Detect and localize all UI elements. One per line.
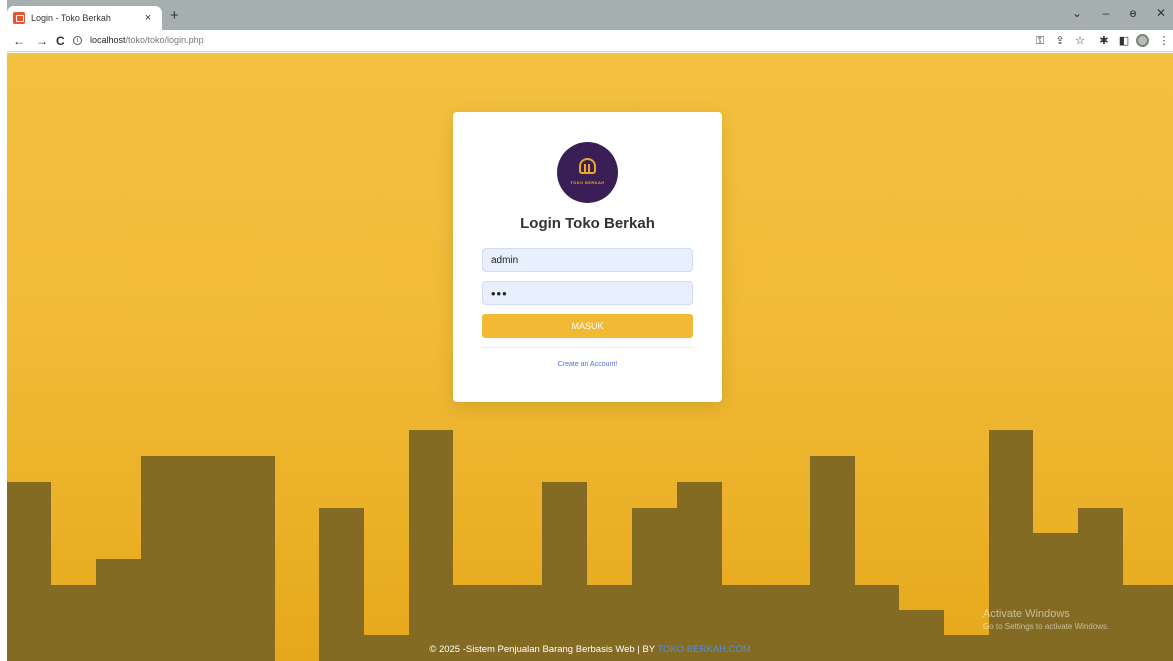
footer-brand-link[interactable]: TOKO BERKAH.COM — [657, 644, 750, 655]
browser-tab-bar: Login - Toko Berkah × + ⌄ – ɵ ✕ — [0, 0, 1173, 30]
logo-text: TOKO BERKAH — [570, 180, 605, 185]
tab-title: Login - Toko Berkah — [31, 13, 111, 23]
store-logo: TOKO BERKAH — [557, 142, 618, 203]
skyline-building — [677, 482, 722, 661]
bookmark-star-icon[interactable]: ☆ — [1073, 34, 1087, 48]
activation-watermark: Activate Windows Go to Settings to activ… — [983, 608, 1109, 631]
page-footer: © 2025 -Sistem Penjualan Barang Berbasis… — [7, 644, 1173, 655]
watermark-subtitle: Go to Settings to activate Windows. — [983, 622, 1110, 631]
browser-menu-icon[interactable]: ⋮ — [1157, 34, 1171, 48]
back-button[interactable]: ← — [13, 34, 25, 48]
url-host: localhost — [90, 35, 126, 45]
close-window-button[interactable]: ✕ — [1153, 6, 1169, 20]
watermark-title: Activate Windows — [983, 608, 1070, 620]
browser-tab[interactable]: Login - Toko Berkah × — [7, 6, 162, 30]
share-icon[interactable]: ⇪ — [1053, 34, 1067, 48]
window-left-edge — [0, 0, 7, 661]
new-tab-button[interactable]: + — [170, 8, 179, 24]
skyline-building — [810, 456, 855, 661]
skyline-building — [632, 508, 677, 661]
skyline-building — [1078, 508, 1123, 661]
reload-button[interactable]: C — [56, 34, 65, 48]
username-input[interactable] — [482, 248, 693, 272]
skyline-building — [7, 482, 51, 661]
password-key-icon[interactable]: ⚿ — [1033, 34, 1047, 48]
maximize-button[interactable]: ɵ — [1125, 6, 1141, 20]
tab-search-icon[interactable]: ⌄ — [1069, 6, 1085, 20]
footer-text: © 2025 -Sistem Penjualan Barang Berbasis… — [429, 644, 658, 655]
login-submit-button[interactable]: MASUK — [482, 314, 693, 338]
login-title: Login Toko Berkah — [520, 215, 655, 232]
skyline-building — [319, 508, 364, 661]
login-card: TOKO BERKAH Login Toko Berkah MASUK Crea… — [453, 112, 722, 402]
tab-close-icon[interactable]: × — [142, 12, 154, 24]
favicon-icon — [13, 12, 25, 24]
profile-avatar[interactable] — [1136, 34, 1149, 47]
create-account-link[interactable]: Create an Account! — [453, 361, 722, 368]
skyline-building — [141, 456, 275, 661]
card-divider — [482, 347, 693, 348]
skyline-building — [1033, 533, 1078, 661]
minimize-button[interactable]: – — [1098, 6, 1114, 20]
side-panel-icon[interactable]: ◧ — [1117, 34, 1131, 48]
url-path: /toko/toko/login.php — [125, 35, 204, 45]
store-logo-icon — [579, 158, 596, 174]
login-page: TOKO BERKAH Login Toko Berkah MASUK Crea… — [7, 53, 1173, 661]
skyline-building — [542, 482, 587, 661]
url-field[interactable]: localhost/toko/toko/login.php — [90, 35, 204, 45]
password-input[interactable] — [482, 281, 693, 305]
forward-button[interactable]: → — [36, 34, 48, 48]
browser-address-bar: ← → C i localhost/toko/toko/login.php ⚿ … — [0, 30, 1173, 52]
site-info-icon[interactable]: i — [73, 36, 82, 45]
extensions-icon[interactable]: ✱ — [1097, 34, 1111, 48]
skyline-building — [409, 430, 453, 661]
